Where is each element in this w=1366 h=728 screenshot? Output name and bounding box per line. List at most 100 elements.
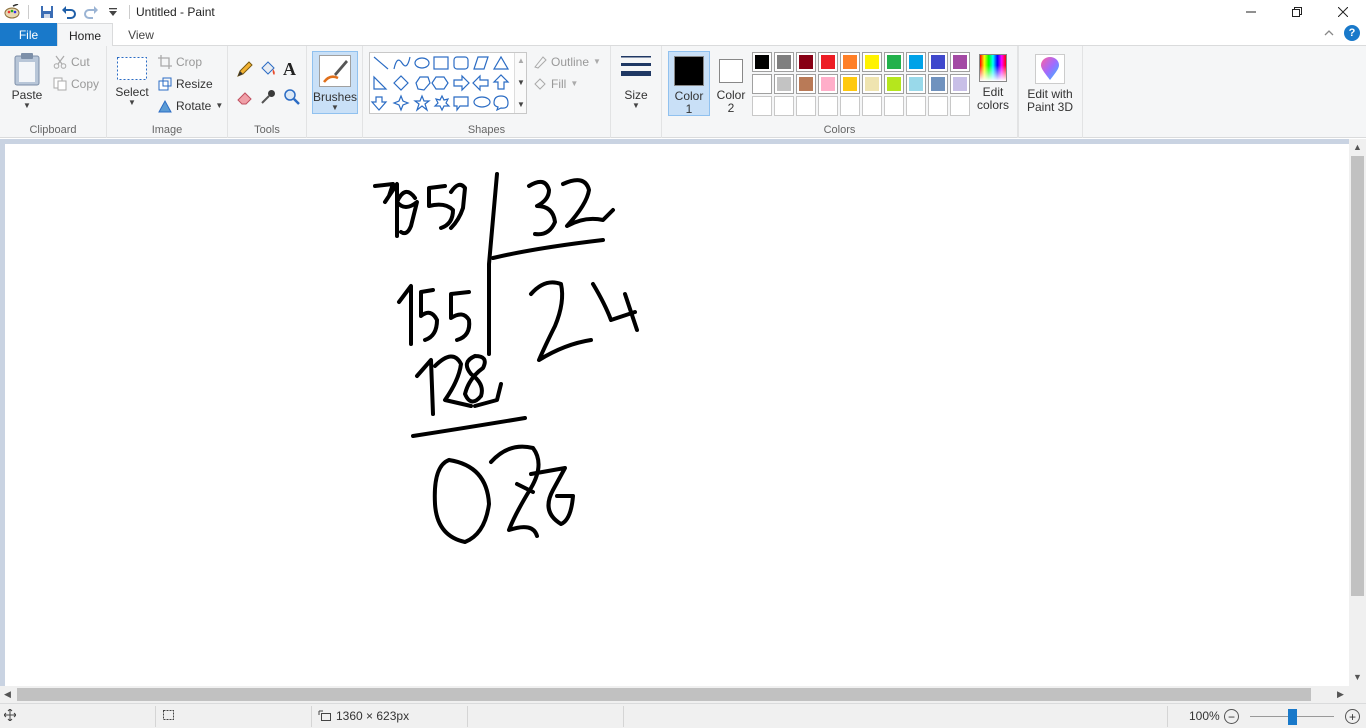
custom-color-slot[interactable] — [950, 96, 970, 116]
resize-button[interactable]: Resize — [158, 74, 213, 94]
clipboard-group: Paste ▼ Cut Copy Clipboard — [0, 46, 107, 138]
eraser-icon[interactable] — [236, 88, 254, 109]
swatch-color — [777, 55, 791, 69]
palette-swatch[interactable] — [862, 52, 882, 72]
outline-button[interactable]: Outline ▼ — [533, 52, 601, 72]
group-label: Image — [151, 124, 183, 136]
brushes-button[interactable]: Brushes ▼ — [312, 51, 358, 114]
fill-bucket-icon[interactable] — [259, 60, 277, 81]
horizontal-scrollbar[interactable]: ◀ ▶ — [0, 686, 1349, 703]
paint3d-icon — [1035, 54, 1065, 84]
zoom-out-button[interactable]: − — [1224, 709, 1239, 724]
palette-swatch[interactable] — [928, 52, 948, 72]
color-picker-icon[interactable] — [259, 88, 277, 109]
tab-view[interactable]: View — [117, 23, 165, 46]
swatch-color — [953, 77, 967, 91]
swatch-color — [887, 77, 901, 91]
palette-swatch[interactable] — [752, 74, 772, 94]
scroll-up-icon[interactable]: ▲ — [1353, 142, 1362, 152]
rotate-button[interactable]: Rotate ▼ — [158, 96, 223, 116]
custom-color-slot[interactable] — [774, 96, 794, 116]
custom-color-slot[interactable] — [752, 96, 772, 116]
custom-color-slot[interactable] — [818, 96, 838, 116]
select-button[interactable]: Select ▼ — [115, 56, 149, 107]
edit-colors-label: Edit colors — [976, 85, 1009, 112]
scroll-left-icon[interactable]: ◀ — [4, 689, 11, 700]
palette-swatch[interactable] — [818, 74, 838, 94]
palette-swatch[interactable] — [928, 74, 948, 94]
magnifier-icon[interactable] — [283, 88, 301, 109]
custom-color-slot[interactable] — [862, 96, 882, 116]
copy-button[interactable]: Copy — [53, 74, 99, 94]
horizontal-scroll-thumb[interactable] — [17, 688, 1311, 701]
vertical-scrollbar[interactable]: ▲ ▼ — [1349, 139, 1366, 686]
custom-color-slot[interactable] — [928, 96, 948, 116]
palette-swatch[interactable] — [796, 52, 816, 72]
paint-app-icon[interactable] — [2, 2, 22, 22]
color2-swatch — [719, 59, 743, 83]
close-button[interactable] — [1320, 0, 1366, 23]
palette-swatch[interactable] — [906, 52, 926, 72]
palette-swatch[interactable] — [950, 52, 970, 72]
color2-button[interactable]: Color 2 — [713, 51, 749, 116]
palette-swatch[interactable] — [884, 74, 904, 94]
swatch-color — [755, 55, 769, 69]
image-dimensions: 1360 × 623px — [336, 709, 410, 723]
zoom-slider-thumb[interactable] — [1288, 709, 1297, 725]
scroll-down-icon[interactable]: ▼ — [1353, 672, 1362, 682]
paste-label: Paste — [11, 88, 43, 102]
image-size-icon — [318, 710, 331, 721]
customize-toolbar-icon[interactable] — [103, 2, 123, 22]
palette-swatch[interactable] — [752, 52, 772, 72]
maximize-button[interactable] — [1274, 0, 1320, 23]
palette-swatch[interactable] — [774, 52, 794, 72]
outline-label: Outline — [551, 55, 590, 69]
palette-swatch[interactable] — [840, 52, 860, 72]
selection-rect-icon — [117, 57, 147, 80]
help-icon[interactable]: ? — [1344, 25, 1360, 41]
edit-colors-button[interactable]: Edit colors — [974, 54, 1012, 112]
swatch-color — [799, 77, 813, 91]
drawing-canvas[interactable] — [5, 144, 1349, 686]
line-width-icon — [621, 56, 651, 76]
custom-color-slot[interactable] — [840, 96, 860, 116]
pencil-icon[interactable] — [236, 60, 254, 81]
palette-swatch[interactable] — [906, 74, 926, 94]
shapes-gallery[interactable]: ▲ ▼ ▼ — [369, 52, 527, 114]
undo-icon[interactable] — [59, 2, 79, 22]
fill-button[interactable]: Fill ▼ — [533, 74, 578, 94]
redo-icon[interactable] — [81, 2, 101, 22]
chevron-down-icon: ▼ — [23, 101, 31, 110]
cut-button[interactable]: Cut — [53, 52, 90, 72]
scroll-right-icon[interactable]: ▶ — [1337, 689, 1344, 700]
palette-swatch[interactable] — [884, 52, 904, 72]
text-tool-icon[interactable]: A — [283, 59, 296, 80]
color1-button[interactable]: Color 1 — [668, 51, 710, 116]
save-icon[interactable] — [37, 2, 57, 22]
size-button[interactable]: Size ▼ — [617, 54, 655, 110]
tab-home[interactable]: Home — [57, 23, 113, 47]
zoom-in-button[interactable]: + — [1345, 709, 1360, 724]
scissors-icon — [53, 55, 67, 69]
divider — [28, 4, 29, 19]
palette-swatch[interactable] — [774, 74, 794, 94]
palette-swatch[interactable] — [818, 52, 838, 72]
custom-color-slot[interactable] — [906, 96, 926, 116]
shapes-scroll[interactable]: ▲ ▼ ▼ — [514, 53, 526, 113]
swatch-color — [843, 77, 857, 91]
palette-swatch[interactable] — [950, 74, 970, 94]
paste-button[interactable]: Paste ▼ — [8, 52, 46, 110]
minimize-button[interactable] — [1228, 0, 1274, 23]
crop-button[interactable]: Crop — [158, 52, 202, 72]
select-label: Select — [115, 85, 149, 99]
palette-swatch[interactable] — [796, 74, 816, 94]
vertical-scroll-thumb[interactable] — [1351, 156, 1364, 596]
custom-color-slot[interactable] — [884, 96, 904, 116]
palette-swatch[interactable] — [840, 74, 860, 94]
divider — [155, 706, 156, 727]
edit-with-paint3d-button[interactable]: Edit with Paint 3D — [1022, 54, 1078, 114]
collapse-ribbon-icon[interactable] — [1324, 26, 1334, 40]
tab-file[interactable]: File — [0, 23, 57, 46]
palette-swatch[interactable] — [862, 74, 882, 94]
custom-color-slot[interactable] — [796, 96, 816, 116]
